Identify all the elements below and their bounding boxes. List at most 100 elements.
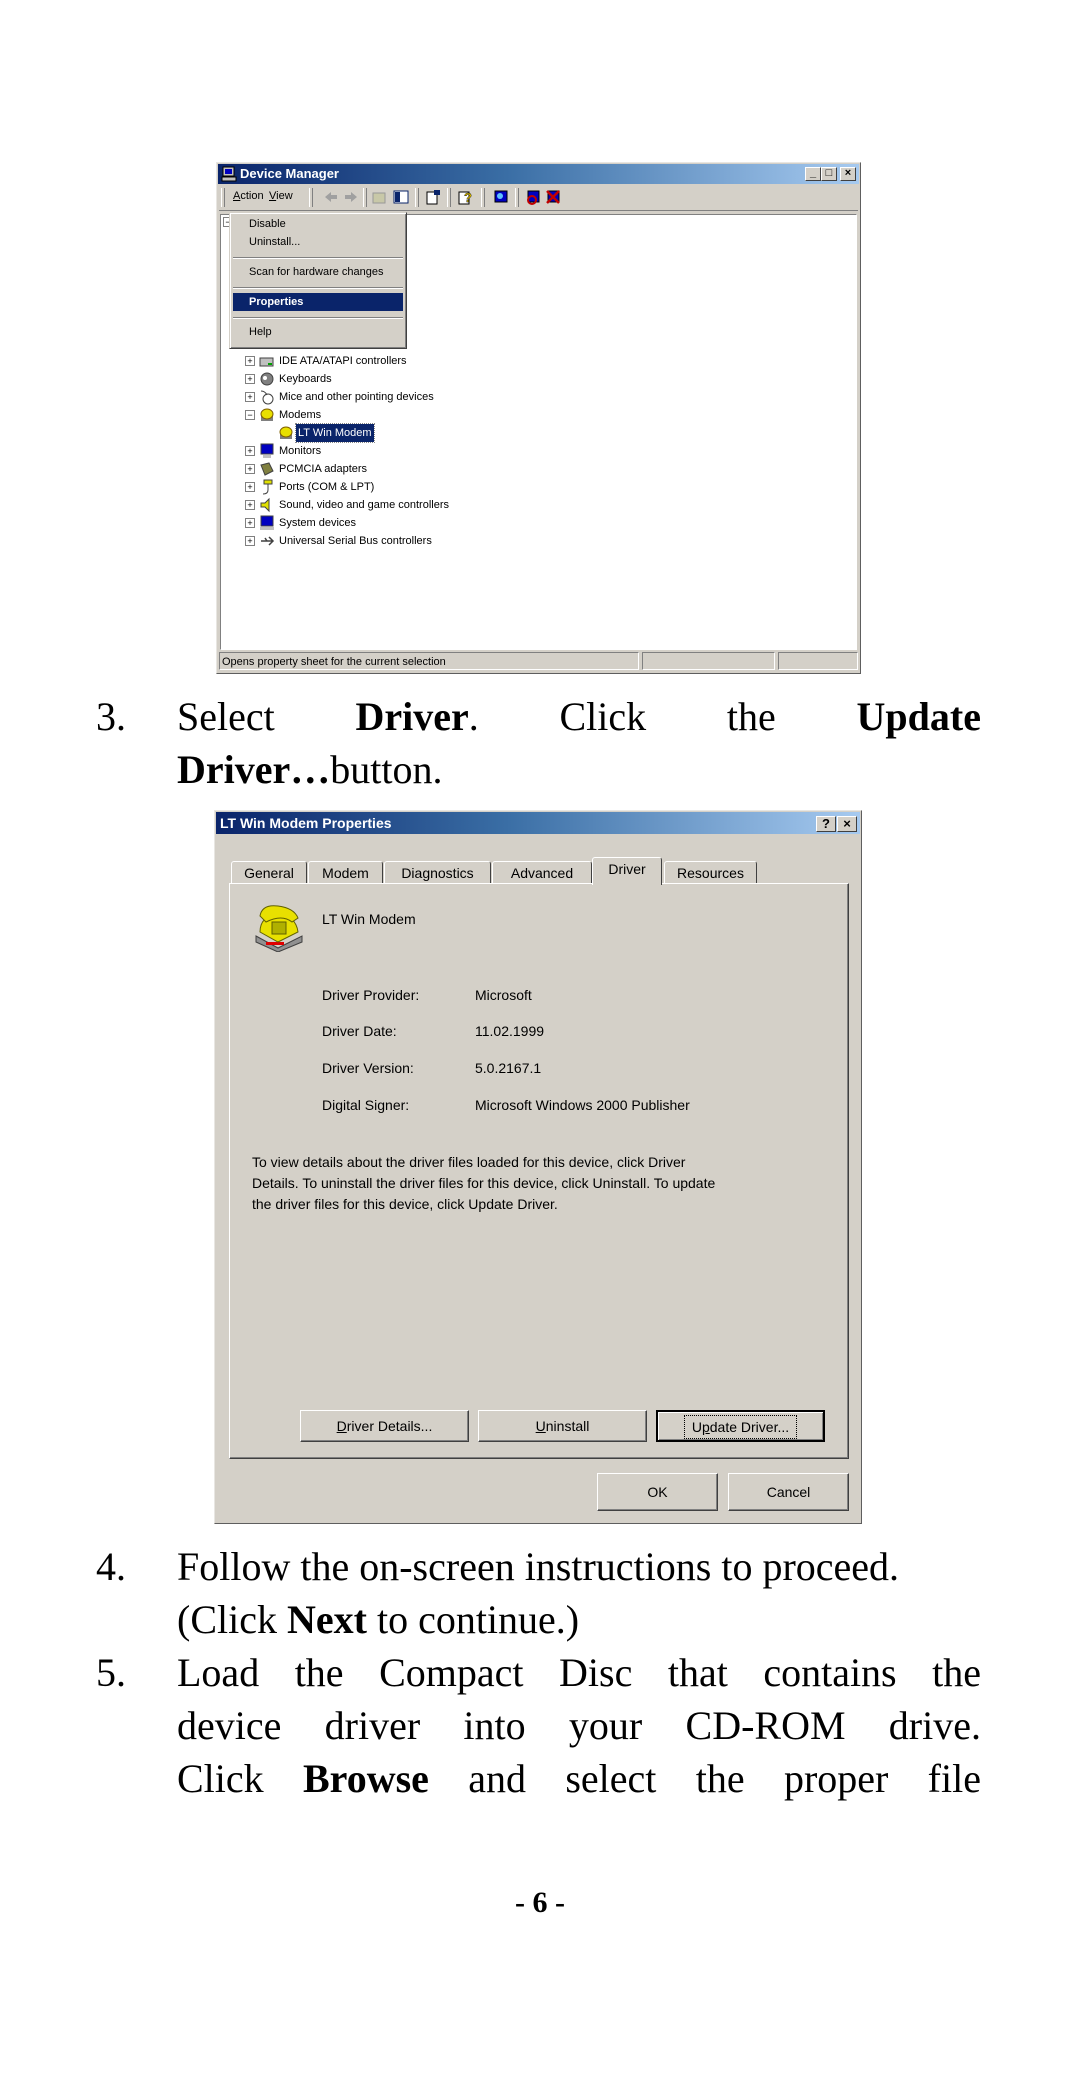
focus-ring: Update Driver... [683,1415,798,1439]
collapse-icon[interactable]: − [245,410,255,420]
text: button. [330,747,443,792]
tree-item-selected[interactable]: LT Win Modem [264,423,564,443]
status-pane-3 [778,652,858,670]
back-arrow-icon[interactable] [323,189,339,205]
driver-provider-value: Microsoft [475,987,532,1003]
expand-icon[interactable]: + [245,482,255,492]
accesskey: p [701,1419,710,1435]
pcmcia-icon [260,462,274,476]
speaker-icon [260,497,270,513]
expand-icon[interactable]: + [245,356,255,366]
tree-item[interactable]: + Mice and other pointing devices [245,388,545,406]
expand-icon[interactable]: + [245,500,255,510]
tree-item[interactable]: + Universal Serial Bus controllers [245,532,545,550]
tree-item[interactable]: + Sound, video and game controllers [245,496,565,514]
menu-item-disable[interactable]: Disable [233,215,403,233]
text: and select the proper file [428,1756,981,1801]
device-manager-titlebar[interactable]: Device Manager _ □ × [218,164,859,184]
update-driver-button[interactable]: Update Driver... [656,1410,825,1442]
device-name: LT Win Modem [322,911,416,927]
accesskey: U [535,1418,546,1434]
properties-icon[interactable] [425,189,441,205]
help-icon[interactable]: ? [457,189,473,205]
driver-details-button[interactable]: Driver Details... [300,1410,469,1442]
uninstall-button[interactable]: Uninstall [478,1410,647,1442]
toolbar-separator [481,188,485,207]
expand-icon[interactable]: + [245,518,255,528]
text: Select [177,694,275,739]
tree-item[interactable]: − Modems [245,406,545,424]
expand-icon[interactable]: + [245,536,255,546]
step-5-line-1: Load the Compact Disc that contains the [177,1650,981,1695]
toolbar-separator [447,188,451,207]
tree-item[interactable]: + PCMCIA adapters [245,460,545,478]
close-icon: × [844,167,852,179]
tree-item[interactable]: + Monitors [245,442,545,460]
cancel-button[interactable]: Cancel [728,1473,849,1511]
expand-icon[interactable]: + [245,446,255,456]
driver-date-value: 11.02.1999 [475,1023,545,1039]
system-device-icon [260,515,274,530]
keyboard-icon [260,372,274,386]
tree-item[interactable]: + Ports (COM & LPT) [245,478,545,496]
step-5-number: 5. [96,1650,126,1695]
step-3-number: 3. [96,694,126,739]
maximize-icon: □ [825,167,833,179]
show-hide-tree-icon[interactable] [393,189,409,205]
menu-view[interactable]: ViewView [269,190,293,202]
step-4-number: 4. [96,1544,126,1589]
maximize-button[interactable]: □ [821,167,837,181]
tab-modem[interactable]: Modem [308,861,383,883]
toolbar-grip[interactable] [221,188,225,207]
tree-item[interactable]: + IDE ATA/ATAPI controllers [245,352,545,370]
label: U [691,1419,702,1435]
step-4-line-1: Follow the on-screen instructions to pro… [177,1544,900,1589]
up-folder-icon[interactable] [371,189,387,205]
modem-phone-icon [255,905,303,952]
text: Click [177,1756,303,1801]
tab-general[interactable]: General [231,861,307,883]
uninstall-icon[interactable] [525,189,541,205]
tree-item[interactable]: + Keyboards [245,370,545,388]
close-button[interactable]: × [840,167,856,181]
tree-item[interactable]: + System devices [245,514,545,532]
dialog-titlebar[interactable]: LT Win Modem Properties ? × [216,812,860,834]
ok-button[interactable]: OK [597,1473,718,1511]
menu-separator [233,287,403,289]
field-label: Driver Date: [322,1023,397,1039]
tab-advanced[interactable]: Advanced [492,861,592,883]
menu-item-uninstall[interactable]: Uninstall... [233,233,403,251]
menu-action[interactable]: AActionction [233,190,264,202]
computer-icon [221,166,237,182]
step-5-line-2: device driver into your CD-ROM drive. [177,1703,981,1748]
tab-diagnostics[interactable]: Diagnostics [384,861,491,883]
tab-driver[interactable]: Driver [592,857,662,885]
label: river Details... [346,1418,433,1434]
question-icon: ? [822,816,830,831]
scan-hardware-icon[interactable] [493,189,509,205]
minimize-button[interactable]: _ [805,167,821,181]
label: date Driver... [709,1419,790,1435]
help-button[interactable]: ? [816,816,836,832]
step-5-line-3: Click Browse and select the proper file [177,1752,981,1805]
forward-arrow-icon[interactable] [343,189,359,205]
menu-item-properties[interactable]: Properties [233,293,403,311]
expand-icon[interactable]: + [245,374,255,384]
driver-version-value: 5.0.2167.1 [475,1060,542,1076]
close-button[interactable]: × [837,816,857,832]
menu-item-scan-hardware[interactable]: Scan for hardware changes [233,263,403,281]
modem-icon [260,408,274,421]
tree-item-label: Sound, video and game controllers [279,499,449,511]
tab-resources[interactable]: Resources [664,861,757,883]
expand-icon[interactable]: + [245,392,255,402]
disable-icon[interactable] [545,189,561,205]
driver-tab-panel: LT Win Modem Driver Provider: Microsoft … [229,883,849,1459]
bold-next: Next [286,1597,367,1642]
expand-icon[interactable]: + [245,464,255,474]
status-text: Opens property sheet for the current sel… [219,652,639,670]
menu-item-help[interactable]: Help [233,323,403,341]
tree-item-label: System devices [279,517,357,529]
status-bar: Opens property sheet for the current sel… [219,652,858,671]
ide-controller-icon [259,357,274,367]
bold-update: Update [856,694,981,739]
